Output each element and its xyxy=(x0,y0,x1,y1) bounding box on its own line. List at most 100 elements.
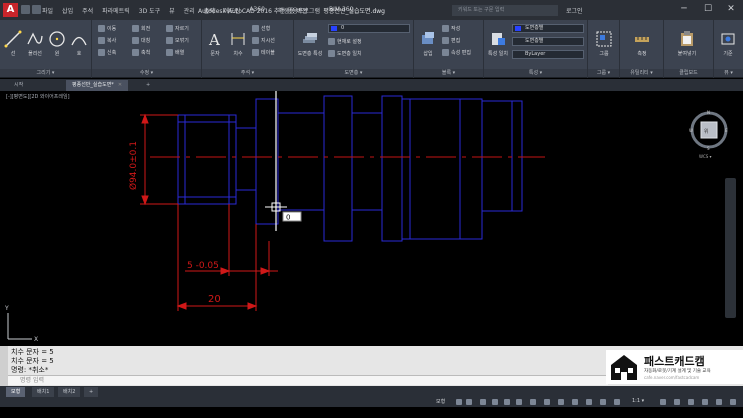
edit-attributes-button[interactable]: 속성 편집 xyxy=(442,49,471,56)
group-button[interactable]: 그룹 xyxy=(593,30,615,57)
circle-button[interactable]: 원 xyxy=(46,30,68,57)
viewcube-svg[interactable]: 위 N E S W WCS ▾ xyxy=(689,110,729,160)
tab-model[interactable]: 모형 xyxy=(6,387,26,397)
match-properties-button[interactable]: 특성 일치 xyxy=(487,30,509,57)
navigation-bar[interactable] xyxy=(725,178,736,318)
arc-button[interactable]: 호 xyxy=(68,30,90,57)
3d-osnap-icon[interactable] xyxy=(572,399,578,405)
text-button[interactable]: A 문자 xyxy=(204,30,226,57)
transparency-icon[interactable] xyxy=(544,399,550,405)
stretch-button[interactable]: 신축 xyxy=(98,49,116,56)
view-panel-title[interactable]: 뷰 ▾ xyxy=(714,69,743,77)
create-block-button[interactable]: 작성 xyxy=(442,25,460,32)
selection-filter-icon[interactable] xyxy=(600,399,606,405)
grid-icon[interactable] xyxy=(456,399,462,405)
tab-parametric[interactable]: 주석 xyxy=(82,6,93,15)
units-icon[interactable] xyxy=(688,399,694,405)
quick-properties-icon[interactable] xyxy=(702,399,708,405)
match-layer-button[interactable]: 도면층 일치 xyxy=(328,50,362,57)
polar-icon[interactable] xyxy=(492,399,498,405)
insert-block-button[interactable]: 삽입 xyxy=(417,30,439,57)
tab-insert[interactable]: 파일 xyxy=(42,6,53,15)
lineweight-dropdown[interactable]: ByLayer xyxy=(512,50,584,59)
linear-dim-button[interactable]: 선형 xyxy=(252,25,270,32)
drawing-svg[interactable]: Ø94.0±0.1 5 -0.05 20 0 Y X xyxy=(0,91,743,345)
open-icon[interactable] xyxy=(21,5,30,14)
scale-button[interactable]: 축척 xyxy=(132,49,150,56)
wcs-menu[interactable]: WCS ▾ xyxy=(699,154,712,159)
tab-view[interactable]: 3D 도구 xyxy=(139,6,160,15)
tab-layout2[interactable]: 배치2 xyxy=(58,387,81,397)
make-current-button[interactable]: 현재로 설정 xyxy=(328,38,362,45)
save-icon[interactable] xyxy=(32,5,41,14)
polyline-button[interactable]: 폴리선 xyxy=(24,30,46,57)
viewport-controls[interactable]: [-][평면도][2D 와이어프레임] xyxy=(6,93,70,100)
selection-cycling-icon[interactable] xyxy=(558,399,564,405)
block-panel-title[interactable]: 블록 ▾ xyxy=(414,69,483,77)
leader-button[interactable]: 지시선 xyxy=(252,37,275,44)
model-space-button[interactable]: 모형 xyxy=(436,398,445,405)
close-button[interactable]: ✕ xyxy=(720,2,742,17)
line-button[interactable]: 선 xyxy=(2,30,24,57)
dimension-button[interactable]: 치수 xyxy=(227,30,249,57)
utility-panel-title[interactable]: 유틸리티 ▾ xyxy=(620,69,663,77)
modify-panel-title[interactable]: 수정 ▾ xyxy=(92,69,201,77)
lineweight-icon[interactable] xyxy=(530,399,536,405)
group-panel-title[interactable]: 그룹 ▾ xyxy=(588,69,619,77)
properties-panel-title[interactable]: 특성 ▾ xyxy=(484,69,587,77)
edit-block-button[interactable]: 편집 xyxy=(442,37,460,44)
snap-icon[interactable] xyxy=(466,399,472,405)
array-button[interactable]: 배열 xyxy=(166,49,184,56)
osnap-icon[interactable] xyxy=(516,399,522,405)
tab-manage[interactable]: 뷰 xyxy=(169,6,175,15)
drawing-canvas[interactable]: Ø94.0±0.1 5 -0.05 20 0 Y X xyxy=(0,91,743,345)
move-button[interactable]: 이동 xyxy=(98,25,116,32)
new-tab-button[interactable]: + xyxy=(140,80,156,91)
autocad-logo-icon[interactable]: A xyxy=(3,3,18,17)
ortho-icon[interactable] xyxy=(480,399,486,405)
base-view-button[interactable]: 기준 xyxy=(717,30,739,57)
polyline-label: 폴리선 xyxy=(28,51,42,57)
color-dropdown[interactable]: 도면층별 xyxy=(512,24,584,33)
rotate-button[interactable]: 회전 xyxy=(132,25,150,32)
minimize-button[interactable]: ─ xyxy=(673,2,695,17)
command-input[interactable]: 명령 입력 xyxy=(8,375,608,385)
search-input[interactable]: 키워드 또는 구문 입력 xyxy=(452,5,558,16)
layer-properties-button[interactable]: 도면층 특성 xyxy=(297,30,323,57)
tab-annotate[interactable]: 삽입 xyxy=(62,6,73,15)
draw-panel-title[interactable]: 그리기 ▾ xyxy=(0,69,91,77)
isodraft-icon[interactable] xyxy=(504,399,510,405)
paste-button[interactable]: 붙여넣기 xyxy=(676,30,698,57)
file-tab-start[interactable]: 시작 xyxy=(8,80,29,91)
linetype-dropdown[interactable]: 도면층별 xyxy=(512,37,584,46)
ribbon: 선 폴리선 원 호 그리기 ▾ 이동 회전 자르기 복사 대칭 모깎기 신축 축… xyxy=(0,20,743,78)
copy-button[interactable]: 복사 xyxy=(98,37,116,44)
tab-output[interactable]: 관리 xyxy=(184,6,195,15)
shaft-end xyxy=(481,100,523,212)
maximize-button[interactable]: ☐ xyxy=(697,2,719,17)
sign-in-button[interactable]: 로그인 xyxy=(566,6,583,15)
annotation-monitor-icon[interactable] xyxy=(674,399,680,405)
table-button[interactable]: 테이블 xyxy=(252,49,275,56)
measure-button[interactable]: 측정 xyxy=(631,30,653,57)
trim-button[interactable]: 자르기 xyxy=(166,25,189,32)
dynamic-ucs-icon[interactable] xyxy=(586,399,592,405)
tab-layout1[interactable]: 배치1 xyxy=(32,387,55,397)
tab-3d-tools[interactable]: 파라메트릭 xyxy=(102,6,130,15)
annotation-panel-title[interactable]: 주석 ▾ xyxy=(202,69,293,77)
customize-menu-icon[interactable] xyxy=(730,399,736,405)
gizmo-icon[interactable] xyxy=(614,399,620,405)
annotation-scale[interactable]: 1:1 ▾ xyxy=(632,398,644,404)
viewcube[interactable]: 위 N E S W WCS ▾ xyxy=(689,110,729,160)
fillet-button[interactable]: 모깎기 xyxy=(166,37,189,44)
layer-dropdown[interactable]: 0 xyxy=(328,24,410,33)
workspace-gear-icon[interactable] xyxy=(660,399,666,405)
command-line-grip[interactable] xyxy=(0,346,8,386)
file-tab-drawing[interactable]: 평종선반_실습도면* ✕ xyxy=(66,80,129,91)
layer-panel-title[interactable]: 도면층 ▾ xyxy=(294,69,413,77)
tab-add-layout[interactable]: + xyxy=(84,387,99,397)
clean-screen-icon[interactable] xyxy=(716,399,722,405)
mirror-button[interactable]: 대칭 xyxy=(132,37,150,44)
close-tab-icon[interactable]: ✕ xyxy=(118,82,122,88)
layer-properties-label: 도면층 특성 xyxy=(297,51,323,57)
